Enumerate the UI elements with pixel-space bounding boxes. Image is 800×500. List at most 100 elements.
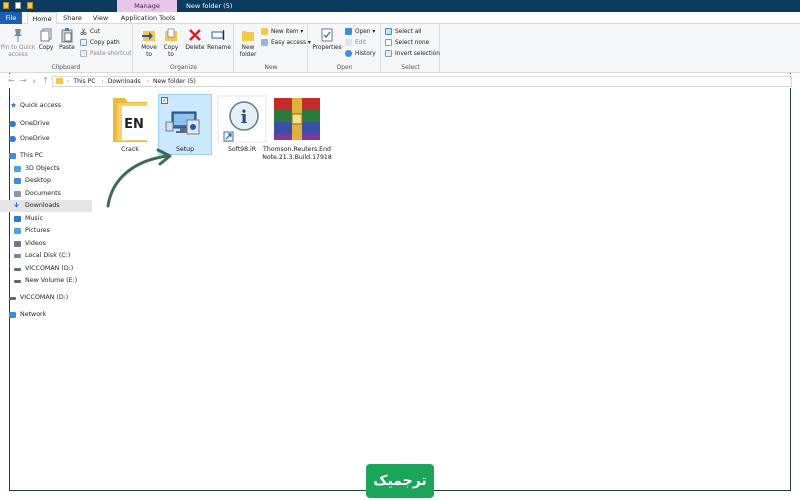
open-icon xyxy=(345,28,352,35)
file-tile-setup[interactable]: ✓ Setup xyxy=(158,94,212,155)
tab-view[interactable]: View xyxy=(88,12,113,24)
selection-checkbox[interactable]: ✓ xyxy=(161,97,168,104)
properties-button[interactable]: Properties xyxy=(311,27,343,52)
organize-group-label: Organize xyxy=(170,64,197,71)
nav-quick-access[interactable]: Quick access xyxy=(0,100,92,112)
breadcrumb-downloads[interactable]: Downloads xyxy=(108,78,141,85)
drive-icon xyxy=(9,297,16,300)
back-arrow-icon[interactable]: ← xyxy=(8,76,15,85)
select-all-button[interactable]: Select all xyxy=(385,27,422,37)
select-none-icon xyxy=(385,39,392,46)
history-button[interactable]: History xyxy=(345,49,376,59)
select-none-button[interactable]: Select none xyxy=(385,38,429,48)
cut-button[interactable]: Cut xyxy=(80,27,100,37)
nav-viccoman-d[interactable]: VICCOMAN (D:) xyxy=(0,263,92,275)
move-label-2: to xyxy=(146,52,152,58)
move-label: Move xyxy=(141,45,157,51)
nav-label: Videos xyxy=(25,240,46,247)
delete-label: Delete xyxy=(185,45,205,51)
new-item-button[interactable]: New item ▾ xyxy=(261,27,303,37)
tab-application-tools[interactable]: Application Tools xyxy=(118,12,178,24)
nav-videos[interactable]: Videos xyxy=(0,238,92,250)
move-to-button[interactable]: Move to xyxy=(138,27,160,59)
nav-music[interactable]: Music xyxy=(0,213,92,225)
tab-home[interactable]: Home xyxy=(27,12,57,24)
file-tile-endnote-archive[interactable]: Thomson.Reuters.EndNote.21.3.Build.17918 xyxy=(262,94,332,161)
easy-access-icon xyxy=(261,39,268,46)
copy-path-icon xyxy=(80,39,87,46)
nav-3d-objects[interactable]: 3D Objects xyxy=(0,163,92,175)
star-icon xyxy=(10,102,17,108)
move-to-icon xyxy=(141,27,157,43)
new-item-icon xyxy=(261,28,268,35)
nav-label: Documents xyxy=(25,190,61,197)
nav-this-pc[interactable]: This PC xyxy=(0,150,92,162)
recent-chevron-icon[interactable]: ∨ xyxy=(32,78,36,85)
history-label: History xyxy=(355,51,376,57)
nav-desktop[interactable]: Desktop xyxy=(0,175,92,187)
select-all-label: Select all xyxy=(395,29,422,35)
download-icon xyxy=(14,202,19,208)
nav-downloads[interactable]: Downloads xyxy=(0,200,92,212)
nav-new-volume-e[interactable]: New Volume (E:) xyxy=(0,275,92,287)
nav-label: Desktop xyxy=(25,177,51,184)
videos-icon xyxy=(14,241,21,247)
file-tile-crack[interactable]: EN Crack xyxy=(103,94,157,154)
edit-button[interactable]: Edit xyxy=(345,38,366,48)
forward-arrow-icon[interactable]: → xyxy=(20,76,27,85)
breadcrumb-this-pc[interactable]: This PC xyxy=(73,78,95,85)
nav-label: Downloads xyxy=(25,202,60,209)
invert-selection-button[interactable]: Invert selection xyxy=(385,49,440,59)
quick-access-folder-icon-2[interactable] xyxy=(27,2,33,9)
nav-local-disk-c[interactable]: Local Disk (C:) xyxy=(0,250,92,262)
nav-onedrive-2[interactable]: OneDrive xyxy=(0,133,92,145)
nav-onedrive[interactable]: OneDrive xyxy=(0,118,92,130)
nav-label: Quick access xyxy=(20,102,62,109)
cube-icon xyxy=(14,166,21,172)
paste-label: Paste xyxy=(59,45,75,51)
copy-icon xyxy=(38,27,54,43)
nav-label: VICCOMAN (D:) xyxy=(20,294,69,301)
tab-share[interactable]: Share xyxy=(60,12,85,24)
open-group-label: Open xyxy=(336,64,353,71)
address-input[interactable]: › This PC › Downloads › New folder (5) xyxy=(52,76,792,87)
pin-quick-access-button[interactable]: Pin to Quick access xyxy=(0,27,36,59)
copy-to-icon xyxy=(163,27,179,43)
easy-access-button[interactable]: Easy access ▾ xyxy=(261,38,311,48)
nav-documents[interactable]: Documents xyxy=(0,188,92,200)
quick-access-page-icon[interactable] xyxy=(15,2,21,9)
new-folder-label-2: folder xyxy=(239,52,257,58)
setup-icon xyxy=(165,111,200,135)
invert-selection-icon xyxy=(385,50,392,57)
manage-tab[interactable]: Manage xyxy=(117,0,177,12)
copy-button[interactable]: Copy xyxy=(36,27,56,52)
pin-icon xyxy=(10,27,26,43)
info-shortcut-icon: i xyxy=(217,95,267,143)
file-tile-soft98[interactable]: i Soft98.iR xyxy=(215,94,269,154)
quick-access-folder-icon[interactable] xyxy=(3,2,9,9)
nav-network[interactable]: Network xyxy=(0,309,92,321)
pin-label-2: access xyxy=(8,52,28,58)
tab-file[interactable]: File xyxy=(0,12,22,24)
nav-label: Local Disk (C:) xyxy=(25,252,71,259)
paste-button[interactable]: Paste xyxy=(57,27,77,52)
breadcrumb-new-folder[interactable]: New folder (5) xyxy=(153,78,196,85)
paste-shortcut-label: Paste shortcut xyxy=(90,51,132,57)
delete-x-icon xyxy=(187,27,203,43)
new-folder-button[interactable]: New folder xyxy=(237,27,259,59)
new-item-label: New item xyxy=(271,29,299,35)
desktop-icon xyxy=(14,178,21,184)
delete-button[interactable]: Delete xyxy=(184,27,206,52)
copy-path-button[interactable]: Copy path xyxy=(80,38,120,48)
history-icon xyxy=(345,50,352,57)
nav-pictures[interactable]: Pictures xyxy=(0,225,92,237)
rename-button[interactable]: Rename xyxy=(207,27,231,52)
nav-viccoman-d-2[interactable]: VICCOMAN (D:) xyxy=(0,292,92,304)
invert-selection-label: Invert selection xyxy=(395,51,440,57)
up-arrow-icon[interactable]: ↑ xyxy=(42,76,49,85)
open-button[interactable]: Open ▾ xyxy=(345,27,375,37)
paste-shortcut-button[interactable]: Paste shortcut xyxy=(80,49,132,59)
computer-icon xyxy=(9,153,16,159)
copy-to-button[interactable]: Copy to xyxy=(160,27,182,59)
annotation-arrow-icon xyxy=(106,148,172,208)
